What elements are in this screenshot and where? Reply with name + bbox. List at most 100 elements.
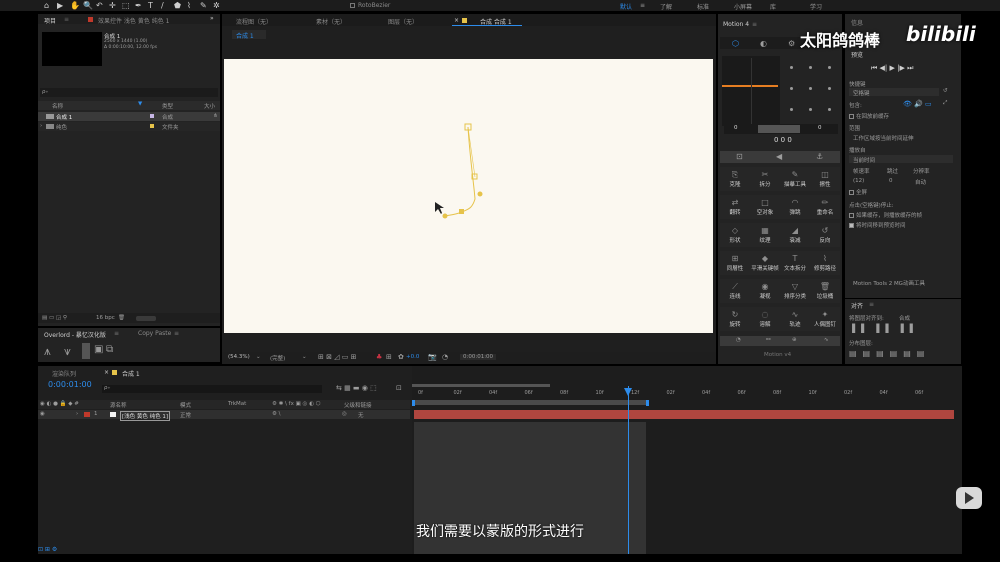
- motion-tool-17[interactable]: ◉ 凝视: [750, 279, 780, 303]
- timeline-timecode[interactable]: 0:00:01:00: [48, 380, 92, 389]
- timeline-footer-icons[interactable]: ⊡ ⊞ ⚙: [38, 546, 78, 554]
- motion-tool-22[interactable]: ∿ 轨迹: [780, 307, 810, 331]
- toolbar-tool-12[interactable]: ✎: [200, 1, 207, 10]
- viewer-timecode[interactable]: 0:00:01:00: [460, 354, 497, 360]
- toolbar-tool-0[interactable]: ⌂: [44, 1, 49, 10]
- motion-tool-5[interactable]: □ 空对象: [750, 195, 780, 219]
- tab-effects-controls[interactable]: 效果控件 浅色 黄色 纯色 1: [98, 16, 169, 25]
- mask-path[interactable]: [444, 126, 476, 217]
- cached-checkbox[interactable]: [849, 213, 854, 218]
- anchor-point-3[interactable]: [790, 87, 793, 90]
- tab-info[interactable]: 信息: [851, 18, 863, 27]
- tab-flowchart[interactable]: 流程图（无）: [236, 17, 272, 26]
- motion-tool-20[interactable]: ↻ 旋转: [720, 307, 750, 331]
- playback-controls[interactable]: ⏮ ◀| ▶ |▶ ⏭: [871, 64, 913, 73]
- project-search-input[interactable]: [40, 88, 218, 97]
- motion-tool-10[interactable]: ◢ 衰减: [780, 223, 810, 247]
- motion-tool-2[interactable]: ✎ 描摹工具: [780, 167, 810, 191]
- motion-tool-0[interactable]: ⎘ 克隆: [720, 167, 750, 191]
- exposure-icon[interactable]: ✿: [398, 353, 404, 361]
- motion-action-icon-2[interactable]: ◀: [776, 152, 782, 161]
- motion-tool-1[interactable]: ✂ 拆分: [750, 167, 780, 191]
- sort-icon[interactable]: ▼: [138, 101, 142, 107]
- timeline-tab-close[interactable]: ×: [104, 369, 109, 376]
- motion-mode-icon-3[interactable]: ⚙: [788, 39, 795, 48]
- layer-duration-bar[interactable]: [414, 410, 954, 419]
- motion-mode-icon-1[interactable]: ⬡: [732, 39, 739, 48]
- slider-right-value[interactable]: 0: [818, 125, 822, 131]
- cache-checkbox[interactable]: [849, 114, 854, 119]
- layer-visibility-icon[interactable]: ◉: [40, 411, 45, 417]
- tab-timeline-comp[interactable]: 合成 1: [122, 369, 140, 378]
- distribute-buttons[interactable]: ▤▤▤▤▤▤: [849, 349, 930, 358]
- graph-editor-icon[interactable]: ⊡: [396, 384, 402, 392]
- trash-icon[interactable]: 🗑: [118, 315, 125, 321]
- workspace-0[interactable]: 默认: [620, 2, 632, 11]
- motion-tool-18[interactable]: ▽ 排序分类: [780, 279, 810, 303]
- timeline-search-input[interactable]: [102, 385, 322, 393]
- motion-tool-14[interactable]: T 文本拆分: [780, 251, 810, 275]
- anchor-point-8[interactable]: [828, 108, 831, 111]
- motion-mode-icon-2[interactable]: ◐: [760, 39, 767, 48]
- composition-canvas[interactable]: [224, 59, 713, 333]
- framerate-select[interactable]: (12): [853, 178, 864, 184]
- toolbar-tool-13[interactable]: ✲: [213, 1, 220, 10]
- anchor-point-5[interactable]: [828, 87, 831, 90]
- copy-paste-menu-icon[interactable]: ≡: [174, 330, 179, 337]
- motion-tool-4[interactable]: ⇄ 翻转: [720, 195, 750, 219]
- grid-icon[interactable]: ⊞: [386, 353, 392, 361]
- range-select[interactable]: 工作区域按当前时间延伸: [853, 134, 914, 142]
- layer-mode-select[interactable]: 正常: [180, 411, 191, 419]
- move-time-checkbox[interactable]: [849, 223, 854, 228]
- overlord-grid-icon[interactable]: [82, 343, 90, 359]
- col-size[interactable]: 大小: [204, 102, 215, 110]
- workspace-5[interactable]: 库: [770, 2, 776, 11]
- workspace-4[interactable]: 小屏幕: [734, 2, 752, 11]
- vertex-point-right[interactable]: [477, 191, 483, 197]
- toolbar-tool-8[interactable]: T: [148, 1, 153, 10]
- tab-copy-paste[interactable]: Copy Paste: [138, 330, 171, 337]
- vertex-point-mid[interactable]: [459, 209, 464, 214]
- tab-overlord[interactable]: Overlord - 暴忆汉化版: [44, 330, 106, 339]
- source-name-header[interactable]: 源名称: [110, 401, 127, 409]
- workspace-2[interactable]: 了解: [660, 2, 672, 11]
- toolbar-tool-1[interactable]: ▶: [57, 1, 63, 10]
- parent-header[interactable]: 父级和链接: [344, 401, 372, 409]
- mode-header[interactable]: 模式: [180, 401, 191, 409]
- layer-switch-icons[interactable]: ⚙ \: [272, 411, 281, 417]
- zoom-select[interactable]: (54.3%): [228, 354, 250, 360]
- toolbar-tool-10[interactable]: ⬟: [174, 1, 181, 10]
- stop-option-move-time[interactable]: 将时间移到预览时间: [849, 221, 906, 229]
- stop-option-cache[interactable]: 如果缓存，则播放缓存的帧: [849, 211, 922, 219]
- overlord-menu-icon[interactable]: ≡: [114, 330, 119, 337]
- motion-tool-12[interactable]: ⊞ 同層性: [720, 251, 750, 275]
- overlord-push-icon[interactable]: ⩚: [44, 344, 51, 359]
- quality-chevron-icon[interactable]: ⌄: [302, 354, 307, 360]
- layer-parent-select[interactable]: 无: [358, 411, 364, 419]
- motion-tool-23[interactable]: ✦ 人偶图钉: [810, 307, 840, 331]
- motion-tool-8[interactable]: ◇ 形状: [720, 223, 750, 247]
- fullscreen-checkbox[interactable]: [849, 190, 854, 195]
- motion-bottom-icon-1[interactable]: ◔: [736, 337, 741, 343]
- overlord-pull-icon[interactable]: ⩛: [64, 344, 71, 359]
- anchor-point-0[interactable]: [790, 66, 793, 69]
- motion-slider[interactable]: [758, 125, 800, 133]
- work-area-end[interactable]: [646, 400, 649, 406]
- motion-bottom-icon-2[interactable]: ⚯: [766, 337, 771, 343]
- rotobezier-checkbox[interactable]: [350, 3, 355, 8]
- color-channel-icon[interactable]: ♣: [376, 353, 382, 361]
- include-overlay-icon[interactable]: ⤢: [943, 100, 947, 107]
- motion-action-icon-1[interactable]: ⊡: [736, 152, 743, 161]
- vertex-point-left[interactable]: [442, 213, 448, 219]
- project-scrollbar[interactable]: [136, 316, 156, 321]
- workspace-3[interactable]: 标准: [697, 2, 709, 11]
- snapshot-icon[interactable]: 📷: [428, 353, 437, 361]
- toolbar-tool-7[interactable]: ✒: [135, 1, 142, 10]
- anchor-point-6[interactable]: [790, 108, 793, 111]
- cache-option[interactable]: 在回放前缓存: [849, 112, 889, 120]
- motion-tool-21[interactable]: ◌ 溶解: [750, 307, 780, 331]
- motion-tool-7[interactable]: ✏ 重命名: [810, 195, 840, 219]
- toolbar-tool-6[interactable]: ⬚: [122, 1, 130, 10]
- easing-slider-bar[interactable]: [722, 85, 778, 87]
- align-menu-icon[interactable]: ≡: [869, 301, 874, 308]
